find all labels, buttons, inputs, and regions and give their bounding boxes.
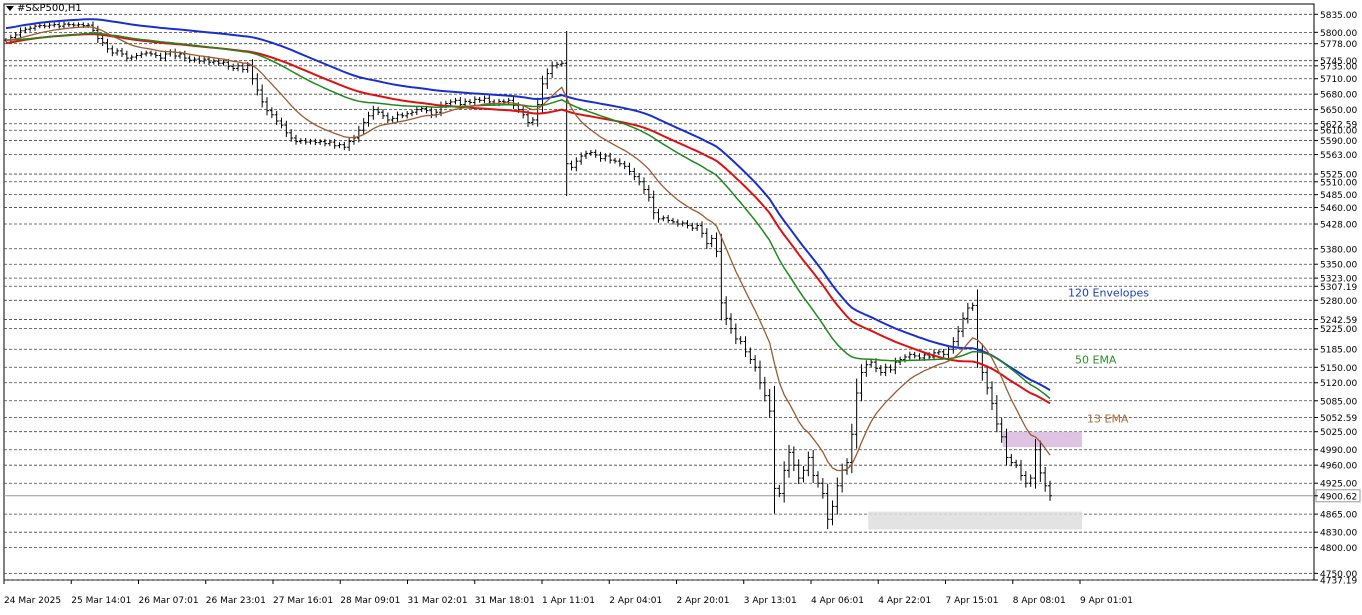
annotation-label: 50 EMA bbox=[1075, 353, 1117, 366]
y-tick-label: 5428.00 bbox=[1320, 221, 1357, 231]
x-tick-label: 2 Apr 20:01 bbox=[677, 596, 730, 606]
y-tick-label: 5778.00 bbox=[1320, 40, 1357, 50]
y-tick-label: 4865.00 bbox=[1320, 511, 1357, 521]
y-tick-label: 4830.00 bbox=[1320, 529, 1357, 539]
y-tick-label: 4900.62 bbox=[1320, 492, 1357, 502]
x-tick-label: 31 Mar 02:01 bbox=[408, 596, 468, 606]
highlight-zone-1 bbox=[868, 511, 1082, 530]
chart: #S&P500,H1 5835.00 5800.00 5778.00 5745.00 5… bbox=[0, 0, 1362, 611]
ema50-line bbox=[5, 32, 1051, 400]
y-tick-label: 5280.00 bbox=[1320, 297, 1357, 307]
x-tick-label: 26 Mar 23:01 bbox=[206, 596, 266, 606]
y-tick-label: 5800.00 bbox=[1320, 29, 1357, 39]
y-tick-label: 4737.19 bbox=[1320, 577, 1357, 587]
y-tick-label: 5563.00 bbox=[1320, 151, 1357, 161]
y-tick-label: 5510.00 bbox=[1320, 178, 1357, 188]
caret-down-icon bbox=[6, 5, 14, 11]
x-tick-label: 31 Mar 18:01 bbox=[475, 596, 535, 606]
y-tick-label: 5052.59 bbox=[1320, 414, 1357, 424]
y-tick-label: 5185.00 bbox=[1320, 346, 1357, 356]
y-tick-label: 4800.00 bbox=[1320, 544, 1357, 554]
y-tick-label: 5025.00 bbox=[1320, 428, 1357, 438]
x-tick-label: 3 Apr 13:01 bbox=[744, 596, 797, 606]
y-tick-label: 5150.00 bbox=[1320, 364, 1357, 374]
y-tick-label: 5835.00 bbox=[1320, 11, 1357, 21]
y-tick-label: 4960.00 bbox=[1320, 462, 1357, 472]
x-tick-label: 27 Mar 16:01 bbox=[273, 596, 333, 606]
y-tick-label: 5610.00 bbox=[1320, 127, 1357, 137]
symbol-label: #S&P500,H1 bbox=[6, 3, 82, 14]
x-tick-label: 25 Mar 14:01 bbox=[71, 596, 131, 606]
ema13-line bbox=[5, 26, 1051, 472]
x-tick-label: 1 Apr 11:01 bbox=[542, 596, 595, 606]
x-tick-label: 28 Mar 09:01 bbox=[340, 596, 400, 606]
chart-title: #S&P500,H1 bbox=[17, 3, 82, 14]
y-tick-label: 5680.00 bbox=[1320, 91, 1357, 101]
annotation-label: 120 Envelopes bbox=[1068, 286, 1149, 299]
y-tick-label: 4925.00 bbox=[1320, 480, 1357, 490]
x-tick-label: 8 Apr 08:01 bbox=[1013, 596, 1066, 606]
x-tick-label: 7 Apr 15:01 bbox=[946, 596, 999, 606]
x-tick-label: 4 Apr 22:01 bbox=[878, 596, 931, 606]
y-tick-label: 5350.00 bbox=[1320, 261, 1357, 271]
y-tick-label: 5590.00 bbox=[1320, 137, 1357, 147]
y-tick-label: 5650.00 bbox=[1320, 106, 1357, 116]
x-tick-label: 24 Mar 2025 bbox=[4, 596, 61, 606]
y-tick-label: 5485.00 bbox=[1320, 191, 1357, 201]
x-tick-label: 26 Mar 07:01 bbox=[139, 596, 199, 606]
y-tick-label: 5085.00 bbox=[1320, 397, 1357, 407]
y-tick-label: 5735.00 bbox=[1320, 62, 1357, 72]
envelope-upper-line bbox=[5, 18, 1051, 391]
y-tick-label: 5225.00 bbox=[1320, 325, 1357, 335]
y-tick-label: 5460.00 bbox=[1320, 204, 1357, 214]
x-tick-label: 4 Apr 06:01 bbox=[811, 596, 864, 606]
y-tick-label: 5307.19 bbox=[1320, 283, 1357, 293]
y-tick-label: 5710.00 bbox=[1320, 75, 1357, 85]
annotation-label: 13 EMA bbox=[1087, 413, 1129, 426]
y-tick-label: 4990.00 bbox=[1320, 446, 1357, 456]
x-tick-label: 2 Apr 04:01 bbox=[609, 596, 662, 606]
chart-svg: 5835.005800.005778.005745.005735.005710.… bbox=[3, 3, 1361, 606]
x-tick-label: 9 Apr 01:01 bbox=[1080, 596, 1133, 606]
y-tick-label: 5120.00 bbox=[1320, 379, 1357, 389]
y-tick-label: 5380.00 bbox=[1320, 245, 1357, 255]
envelope-lower-line bbox=[5, 33, 1051, 405]
